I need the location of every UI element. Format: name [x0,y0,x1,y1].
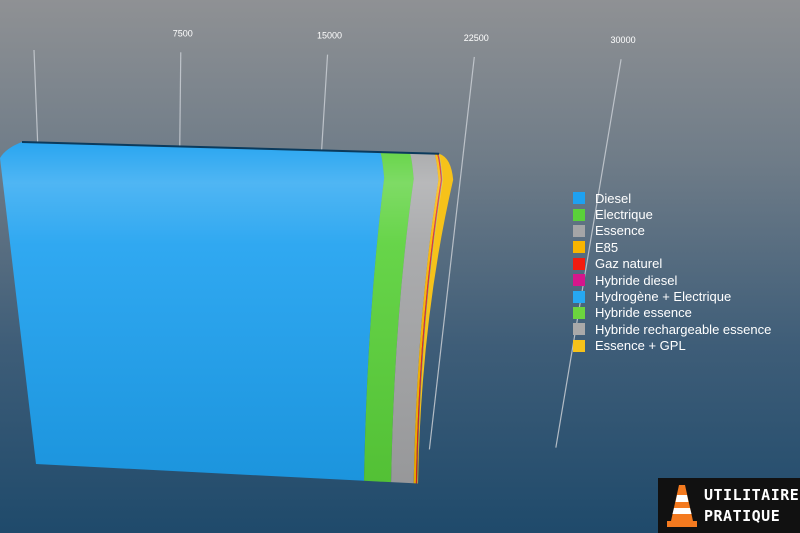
legend-item: Hybride essence [573,305,771,321]
legend-label: Electrique [595,207,653,223]
stacked-bar [0,141,454,484]
legend-swatch [573,208,585,221]
utilitaire-pratique-logo: UTILITAIRE PRATIQUE [658,478,800,533]
legend-label: Gaz naturel [595,256,663,272]
legend-item: Hydrogène + Electrique [573,288,771,304]
legend-swatch [573,339,585,352]
legend-label: Essence [595,223,645,239]
legend-item: Gaz naturel [573,256,771,272]
legend-swatch [573,224,585,237]
x-tick-label: 30000 [611,35,636,45]
legend-item: Essence [573,223,771,239]
legend-item: Electrique [573,206,771,222]
legend: Diesel Electrique Essence E85 Gaz naturel Hyb… [573,190,771,354]
legend-item: Essence + GPL [573,338,771,354]
logo-line-2: PRATIQUE [704,506,781,525]
logo-line-1: UTILITAIRE [704,485,800,504]
legend-label: Essence + GPL [595,338,686,354]
x-axis-ticks: 7500 15000 22500 30000 [173,28,636,45]
legend-swatch [573,274,585,287]
x-tick-label: 15000 [317,31,342,41]
legend-item: Hybride diesel [573,272,771,288]
legend-item: Hybride rechargeable essence [573,321,771,337]
legend-swatch [573,323,585,336]
bar-highlight [0,142,444,484]
legend-swatch [573,306,585,319]
legend-swatch [573,192,585,205]
legend-label: Hybride diesel [595,272,678,288]
legend-label: Hybride rechargeable essence [595,321,772,337]
legend-swatch [573,241,585,254]
legend-label: Hydrogène + Electrique [595,289,732,305]
legend-label: Hybride essence [595,305,692,321]
legend-swatch [573,290,585,303]
legend-swatch [573,257,585,270]
x-tick-label: 7500 [173,28,193,38]
legend-item: E85 [573,239,771,255]
x-tick-label: 22500 [464,33,489,43]
traffic-cone-icon [667,484,697,527]
legend-label: E85 [595,239,619,255]
legend-item: Diesel [573,190,771,206]
legend-label: Diesel [595,190,632,206]
